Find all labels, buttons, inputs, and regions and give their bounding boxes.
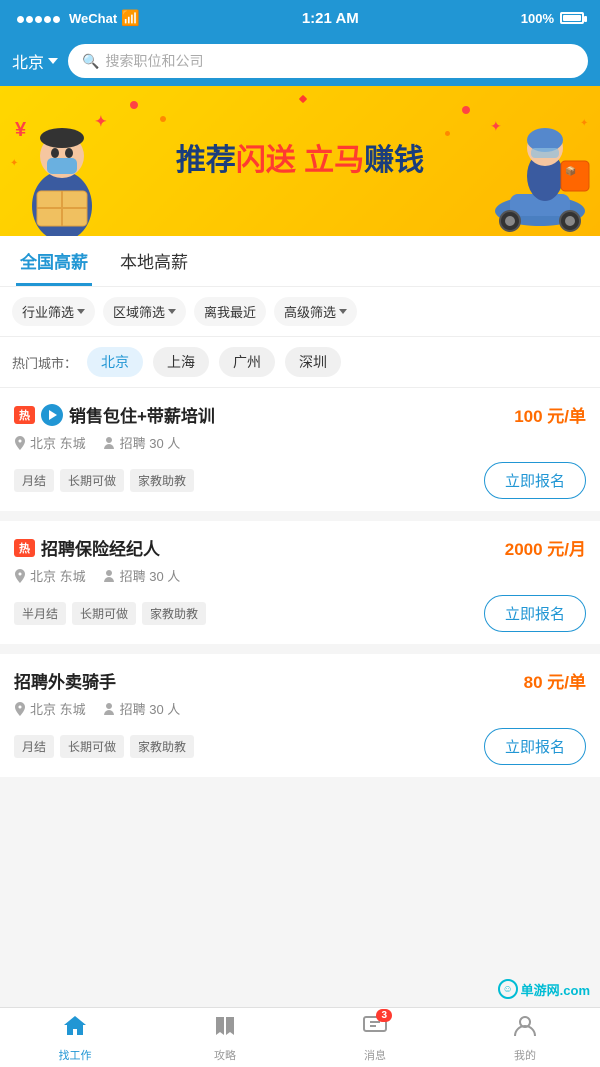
video-icon-1 bbox=[41, 404, 63, 426]
hot-cities-label: 热门城市： bbox=[12, 353, 77, 372]
city-guangzhou[interactable]: 广州 bbox=[219, 347, 275, 377]
nav-profile[interactable]: 我的 bbox=[450, 1008, 600, 1067]
watermark-icon: ☺ bbox=[498, 979, 518, 999]
job-title-1: 销售包住+带薪培训 bbox=[69, 402, 215, 427]
city-shenzhen[interactable]: 深圳 bbox=[285, 347, 341, 377]
job-recruitment-2: 招聘 30 人 bbox=[102, 566, 181, 585]
hot-cities: 热门城市： 北京 上海 广州 深圳 bbox=[0, 337, 600, 388]
watermark-text: 单游网.com bbox=[521, 980, 590, 999]
nav-guide[interactable]: 攻略 bbox=[150, 1008, 300, 1067]
job-salary-3: 80 元/单 bbox=[524, 668, 586, 693]
job-tag-3-2: 家教助教 bbox=[130, 735, 194, 758]
filter-area[interactable]: 区域筛选 bbox=[103, 297, 186, 326]
nav-profile-label: 我的 bbox=[514, 1047, 536, 1063]
job-recruitment-1: 招聘 30 人 bbox=[102, 433, 181, 452]
svg-text:📦: 📦 bbox=[565, 165, 576, 176]
banner-text-prefix: 推荐 bbox=[176, 144, 236, 177]
nav-home-label: 找工作 bbox=[59, 1047, 92, 1063]
banner-highlight1: 闪送 bbox=[236, 144, 296, 177]
filter-industry-arrow-icon bbox=[77, 309, 85, 314]
job-location-1: 北京 东城 bbox=[14, 433, 86, 452]
svg-text:✦: ✦ bbox=[580, 118, 588, 129]
banner-space bbox=[296, 144, 304, 177]
apply-button-2[interactable]: 立即报名 bbox=[484, 595, 586, 632]
promo-banner[interactable]: ¥ ✦ ✦ 推荐闪送 立马赚钱 bbox=[0, 86, 600, 236]
job-tag-3-0: 月结 bbox=[14, 735, 54, 758]
job-card-2: 热 招聘保险经纪人 2000 元/月 北京 东城 招聘 30 人 半月 bbox=[0, 521, 600, 644]
nav-message[interactable]: 3 消息 bbox=[300, 1008, 450, 1067]
status-right: 100% bbox=[521, 11, 584, 26]
job-tag-2-2: 家教助教 bbox=[142, 602, 206, 625]
svg-text:✦: ✦ bbox=[10, 158, 18, 169]
hot-badge-1: 热 bbox=[14, 406, 35, 424]
svg-text:¥: ¥ bbox=[15, 119, 27, 141]
person-icon bbox=[512, 1013, 538, 1039]
filter-advanced-arrow-icon bbox=[339, 309, 347, 314]
job-title-2: 招聘保险经纪人 bbox=[41, 535, 160, 560]
carrier-label: WeChat bbox=[69, 11, 117, 26]
tab-local-high-salary[interactable]: 本地高薪 bbox=[116, 248, 192, 286]
watermark: ☺ 单游网.com bbox=[498, 979, 590, 999]
location-button[interactable]: 北京 bbox=[12, 49, 58, 73]
battery-label: 100% bbox=[521, 11, 554, 26]
apply-button-3[interactable]: 立即报名 bbox=[484, 728, 586, 765]
tabs: 全国高薪 本地高薪 bbox=[0, 236, 600, 287]
job-card-1: 热 销售包住+带薪培训 100 元/单 北京 东城 招聘 30 人 bbox=[0, 388, 600, 511]
location-arrow-icon bbox=[48, 58, 58, 64]
wifi-icon: 📶 bbox=[121, 9, 140, 27]
hot-badge-2: 热 bbox=[14, 539, 35, 557]
filter-area-arrow-icon bbox=[168, 309, 176, 314]
job-salary-2: 2000 元/月 bbox=[505, 535, 586, 560]
job-tag-2-0: 半月结 bbox=[14, 602, 66, 625]
banner-ending: 赚钱 bbox=[364, 144, 424, 177]
job-tag-1-0: 月结 bbox=[14, 469, 54, 492]
location-label: 北京 bbox=[12, 49, 44, 73]
search-bar: 北京 🔍 搜索职位和公司 bbox=[0, 36, 600, 86]
job-tag-1-1: 长期可做 bbox=[60, 469, 124, 492]
apply-button-1[interactable]: 立即报名 bbox=[484, 462, 586, 499]
job-recruitment-3: 招聘 30 人 bbox=[102, 699, 181, 718]
filter-bar: 行业筛选 区域筛选 离我最近 高级筛选 bbox=[0, 287, 600, 337]
search-input-wrap[interactable]: 🔍 搜索职位和公司 bbox=[68, 44, 588, 78]
job-tag-1-2: 家教助教 bbox=[130, 469, 194, 492]
tab-national-high-salary[interactable]: 全国高薪 bbox=[16, 248, 92, 286]
job-location-3: 北京 东城 bbox=[14, 699, 86, 718]
nav-home[interactable]: 找工作 bbox=[0, 1008, 150, 1067]
status-bar: WeChat 📶 1:21 AM 100% bbox=[0, 0, 600, 36]
filter-advanced[interactable]: 高级筛选 bbox=[274, 297, 357, 326]
search-placeholder: 搜索职位和公司 bbox=[105, 51, 203, 71]
filter-nearby[interactable]: 离我最近 bbox=[194, 297, 266, 326]
banner-person-right: 📦 ✦ ✦ bbox=[485, 106, 595, 236]
signal-dots bbox=[16, 11, 61, 26]
filter-industry[interactable]: 行业筛选 bbox=[12, 297, 95, 326]
bottom-nav: 找工作 攻略 3 消息 我的 bbox=[0, 1007, 600, 1067]
job-title-3: 招聘外卖骑手 bbox=[14, 668, 116, 693]
job-card-3: 招聘外卖骑手 80 元/单 北京 东城 招聘 30 人 月结 长期可做 bbox=[0, 654, 600, 777]
job-location-2: 北京 东城 bbox=[14, 566, 86, 585]
city-shanghai[interactable]: 上海 bbox=[153, 347, 209, 377]
job-salary-1: 100 元/单 bbox=[514, 402, 586, 427]
search-icon: 🔍 bbox=[82, 53, 99, 70]
status-time: 1:21 AM bbox=[302, 10, 359, 27]
nav-guide-label: 攻略 bbox=[214, 1047, 236, 1063]
job-list: 热 销售包住+带薪培训 100 元/单 北京 东城 招聘 30 人 bbox=[0, 388, 600, 777]
job-tag-3-1: 长期可做 bbox=[60, 735, 124, 758]
book-icon bbox=[212, 1013, 238, 1039]
message-badge: 3 bbox=[376, 1009, 392, 1022]
job-tag-2-1: 长期可做 bbox=[72, 602, 136, 625]
city-beijing[interactable]: 北京 bbox=[87, 347, 143, 377]
home-icon bbox=[62, 1013, 88, 1039]
svg-text:✦: ✦ bbox=[490, 118, 502, 134]
nav-message-label: 消息 bbox=[364, 1047, 386, 1063]
battery-icon bbox=[560, 12, 584, 24]
svg-text:✦: ✦ bbox=[95, 113, 107, 129]
status-left: WeChat 📶 bbox=[16, 9, 140, 27]
banner-highlight2: 立马 bbox=[304, 144, 364, 177]
banner-person-left: ¥ ✦ ✦ bbox=[5, 96, 120, 236]
